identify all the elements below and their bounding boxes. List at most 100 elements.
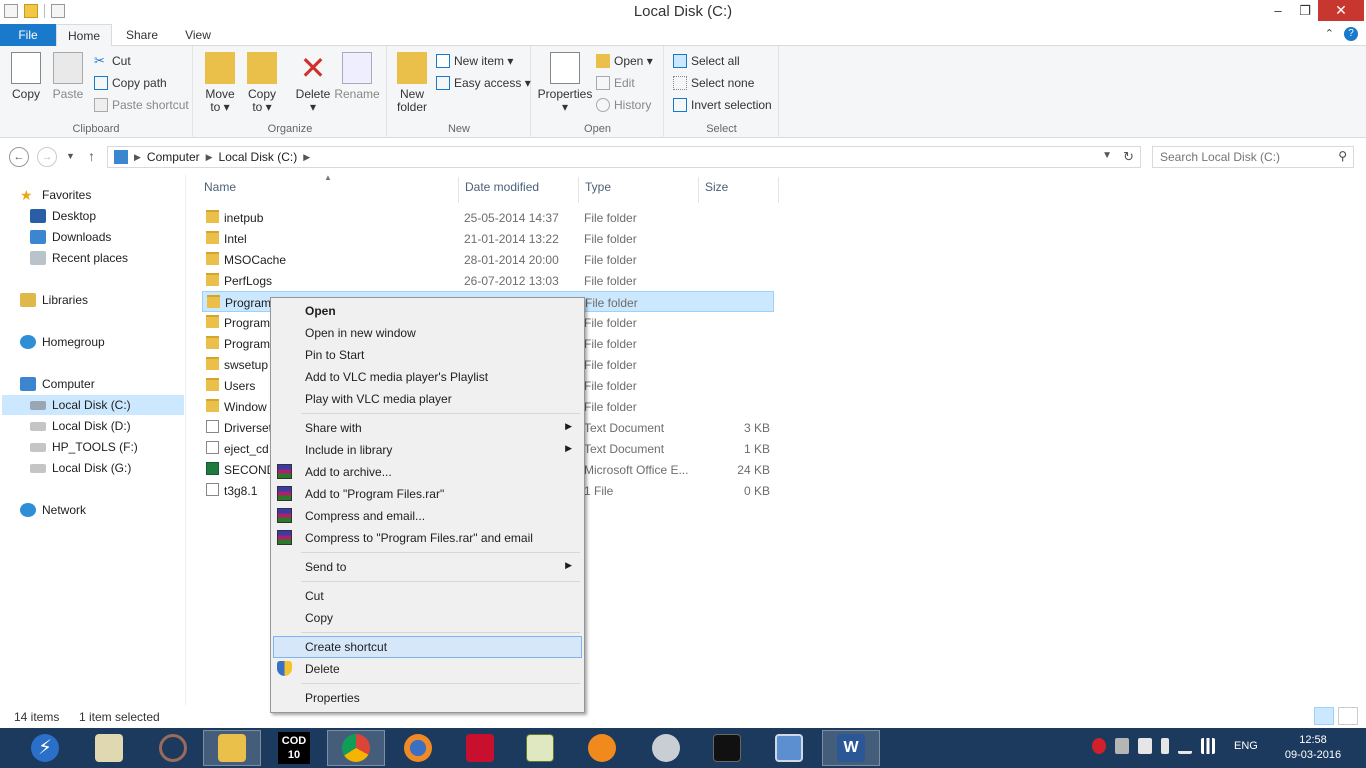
taskbar-lightning-app[interactable]: ⚡ [16,730,74,766]
menu-cut[interactable]: Cut [273,585,582,607]
address-bar[interactable]: ▶ Computer ▶ Local Disk (C:) ▶ ▼ ↻ [107,146,1141,168]
open-button[interactable]: Open ▾ [596,51,653,71]
taskbar-chrome[interactable] [327,730,385,766]
search-icon[interactable]: ⚲ [1338,149,1347,163]
nav-libraries[interactable]: Libraries [20,290,88,310]
forward-button[interactable]: → [37,147,57,167]
paste-shortcut-button[interactable]: Paste shortcut [94,95,189,115]
menu-pin-to-start[interactable]: Pin to Start [273,344,582,366]
back-button[interactable]: ← [9,147,29,167]
clock[interactable]: 12:58 09-03-2016 [1276,733,1350,763]
menu-add-to-archive[interactable]: Add to archive... [273,461,582,483]
paste-button[interactable]: Paste [48,52,88,101]
minimize-button[interactable]: – [1264,0,1292,21]
chevron-right-icon[interactable]: ▶ [134,152,141,163]
nav-hp-tools[interactable]: HP_TOOLS (F:) [30,437,138,457]
nav-homegroup[interactable]: Homegroup [20,332,105,352]
column-type[interactable]: Type [585,180,611,200]
tab-view[interactable]: View [170,24,226,46]
menu-copy[interactable]: Copy [273,607,582,629]
taskbar-mysql[interactable] [698,730,756,766]
nav-desktop[interactable]: Desktop [30,206,96,226]
menu-send-to[interactable]: Send to ▶ [273,556,582,578]
column-divider[interactable] [778,177,779,203]
taskbar-firefox[interactable] [389,730,447,766]
menu-open[interactable]: Open [273,300,582,322]
taskbar-cod-game[interactable]: COD 10 [265,730,323,766]
menu-compress-rar-email[interactable]: Compress to "Program Files.rar" and emai… [273,527,582,549]
easy-access-button[interactable]: Easy access ▾ [436,73,531,93]
menu-add-to-rar[interactable]: Add to "Program Files.rar" [273,483,582,505]
column-date-modified[interactable]: Date modified [465,180,539,200]
tab-home[interactable]: Home [56,24,112,47]
column-divider[interactable] [458,177,459,203]
select-all-button[interactable]: Select all [673,51,740,71]
up-arrow-icon[interactable]: ↑ [88,148,95,164]
nav-computer[interactable]: Computer [20,374,95,394]
antivirus-icon[interactable] [1092,738,1106,754]
chevron-right-icon[interactable]: ▶ [303,152,310,163]
rename-button[interactable]: Rename [334,52,380,101]
invert-selection-button[interactable]: Invert selection [673,95,772,115]
breadcrumb-local-disk[interactable]: Local Disk (C:) [219,150,298,164]
wifi-icon[interactable] [1201,738,1215,754]
new-item-button[interactable]: New item ▾ [436,51,513,71]
properties-button[interactable]: Properties ▾ [536,52,594,114]
menu-delete[interactable]: Delete [273,658,582,680]
nav-downloads[interactable]: Downloads [30,227,111,247]
minimize-ribbon-icon[interactable]: ⌃ [1325,27,1334,41]
file-row[interactable]: PerfLogs 26-07-2012 13:03 File folder [202,270,774,291]
delete-button[interactable]: ✕ Delete ▾ [294,52,332,114]
column-divider[interactable] [578,177,579,203]
copy-to-button[interactable]: Copy to ▾ [244,52,280,114]
menu-open-new-window[interactable]: Open in new window [273,322,582,344]
signal-icon[interactable] [1178,738,1192,754]
column-divider[interactable] [698,177,699,203]
taskbar-chart-app[interactable] [511,730,569,766]
menu-include-in-library[interactable]: Include in library ▶ [273,439,582,461]
nav-favorites[interactable]: ★ Favorites [20,185,91,205]
nav-network[interactable]: Network [20,500,86,520]
breadcrumb-computer[interactable]: Computer [147,150,200,164]
new-folder-button[interactable]: New folder [394,52,430,114]
move-to-button[interactable]: Move to ▾ [202,52,238,114]
tab-file[interactable]: File [0,24,56,46]
nav-local-disk-g[interactable]: Local Disk (G:) [30,458,131,478]
taskbar-media-app[interactable] [573,730,631,766]
file-row[interactable]: inetpub 25-05-2014 14:37 File folder [202,207,774,228]
taskbar-sync-app[interactable] [144,730,202,766]
battery-icon[interactable] [1161,738,1169,754]
menu-share-with[interactable]: Share with ▶ [273,417,582,439]
search-input[interactable] [1153,147,1329,167]
large-icons-view-icon[interactable] [1338,707,1358,725]
help-icon[interactable]: ? [1344,27,1358,41]
close-button[interactable]: ✕ [1318,0,1364,21]
file-row[interactable]: MSOCache 28-01-2014 20:00 File folder [202,249,774,270]
copy-button[interactable]: Copy [6,52,46,101]
recent-locations-dropdown[interactable]: ▼ [66,151,75,161]
tools-icon[interactable] [1115,738,1129,754]
taskbar-file-explorer[interactable] [203,730,261,766]
taskbar-paint-app[interactable] [80,730,138,766]
chevron-down-icon[interactable]: ▼ [1102,150,1112,161]
chevron-right-icon[interactable]: ▶ [206,152,213,163]
flag-icon[interactable] [1138,738,1152,754]
taskbar-remote-desktop[interactable] [760,730,818,766]
copy-path-button[interactable]: Copy path [94,73,167,93]
column-size[interactable]: Size [705,180,728,200]
nav-recent-places[interactable]: Recent places [30,248,128,268]
file-row[interactable]: Intel 21-01-2014 13:22 File folder [202,228,774,249]
menu-properties[interactable]: Properties [273,687,582,709]
history-button[interactable]: History [596,95,651,115]
refresh-icon[interactable]: ↻ [1123,149,1134,165]
column-name[interactable]: Name [204,180,236,200]
language-indicator[interactable]: ENG [1234,740,1258,752]
maximize-button[interactable]: ❐ [1292,0,1318,21]
menu-play-vlc[interactable]: Play with VLC media player [273,388,582,410]
taskbar-settings-app[interactable] [637,730,695,766]
details-view-icon[interactable] [1314,707,1334,725]
menu-compress-email[interactable]: Compress and email... [273,505,582,527]
menu-create-shortcut[interactable]: Create shortcut [273,636,582,658]
nav-local-disk-c[interactable]: Local Disk (C:) [2,395,184,415]
menu-add-vlc-playlist[interactable]: Add to VLC media player's Playlist [273,366,582,388]
